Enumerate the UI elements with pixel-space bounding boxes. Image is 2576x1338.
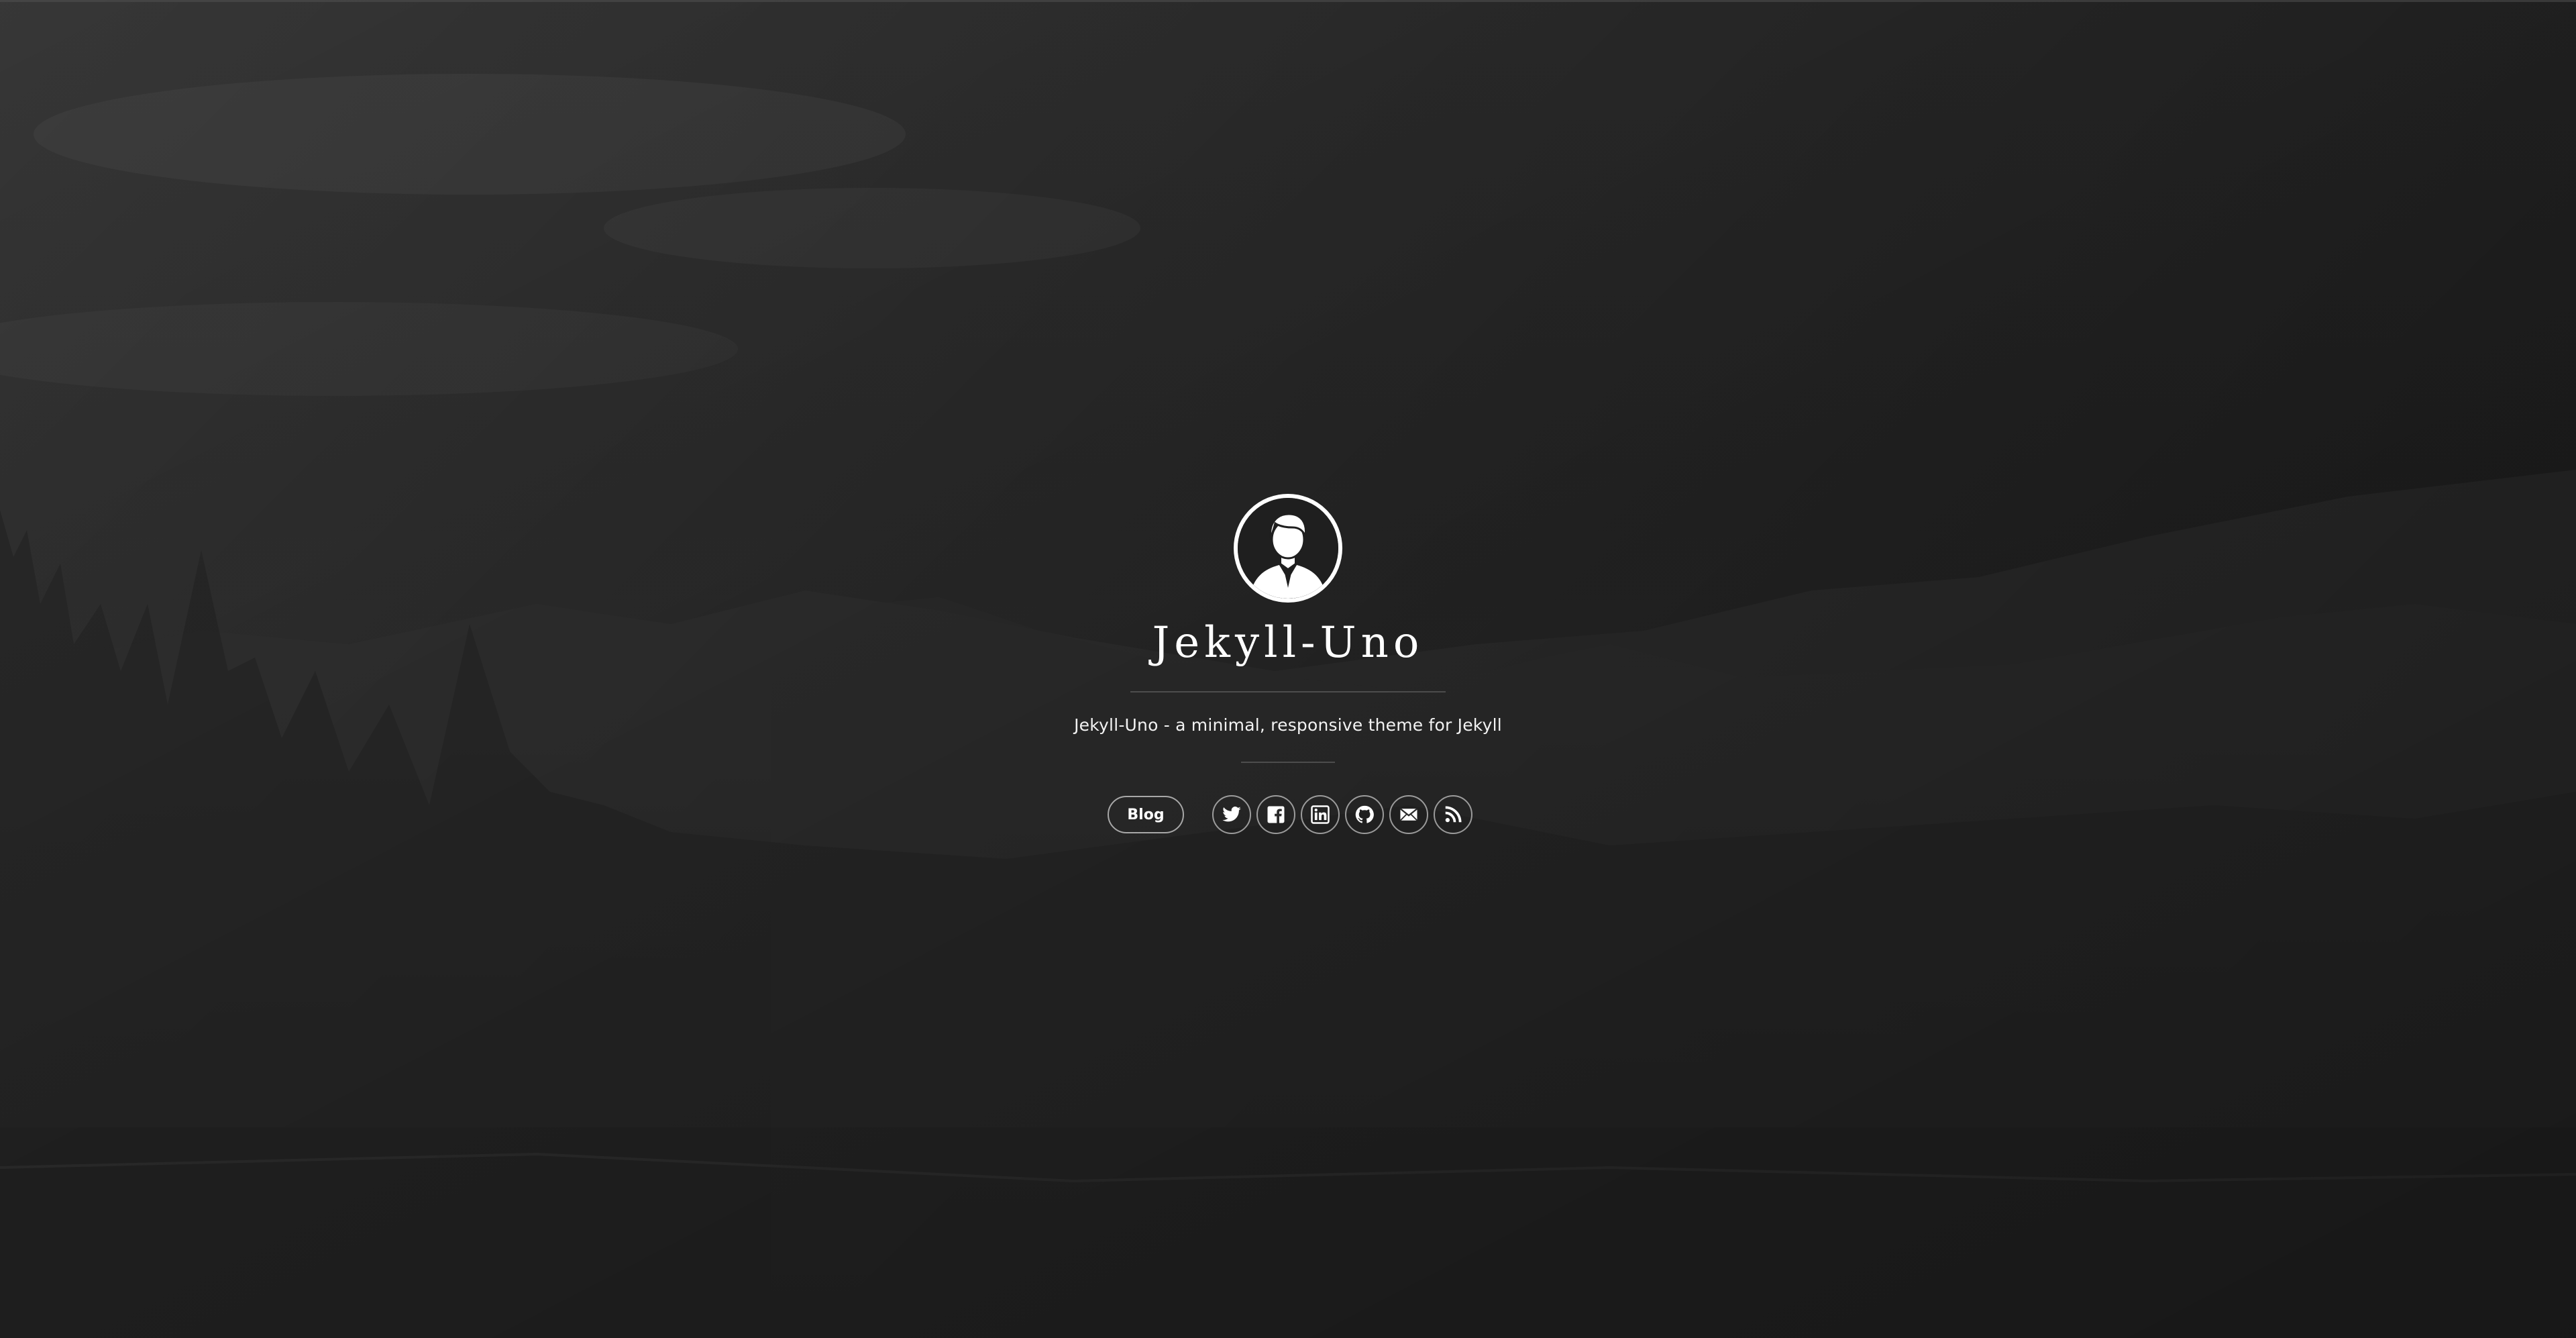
social-links xyxy=(1212,795,1478,834)
twitter-icon xyxy=(1222,807,1241,822)
rss-icon xyxy=(1445,806,1462,823)
linkedin-link[interactable] xyxy=(1301,795,1340,834)
title-divider xyxy=(1130,691,1446,692)
person-avatar-icon xyxy=(1238,498,1338,599)
facebook-link[interactable] xyxy=(1256,795,1295,834)
avatar[interactable] xyxy=(1234,494,1342,603)
blog-button[interactable]: Blog xyxy=(1108,796,1184,833)
rss-link[interactable] xyxy=(1434,795,1472,834)
header-content: Jekyll-Uno Jekyll-Uno - a minimal, respo… xyxy=(0,494,2576,834)
twitter-link[interactable] xyxy=(1212,795,1251,834)
cover-page: Jekyll-Uno Jekyll-Uno - a minimal, respo… xyxy=(0,0,2576,1338)
email-link[interactable] xyxy=(1389,795,1428,834)
site-tagline: Jekyll-Uno - a minimal, responsive theme… xyxy=(1074,715,1502,735)
tagline-divider xyxy=(1241,762,1335,763)
github-link[interactable] xyxy=(1345,795,1384,834)
navigation: Blog xyxy=(1098,795,1478,834)
linkedin-icon xyxy=(1311,805,1330,824)
github-icon xyxy=(1355,805,1374,823)
site-title[interactable]: Jekyll-Uno xyxy=(1152,621,1424,664)
email-icon xyxy=(1399,808,1418,821)
facebook-icon xyxy=(1267,806,1285,823)
